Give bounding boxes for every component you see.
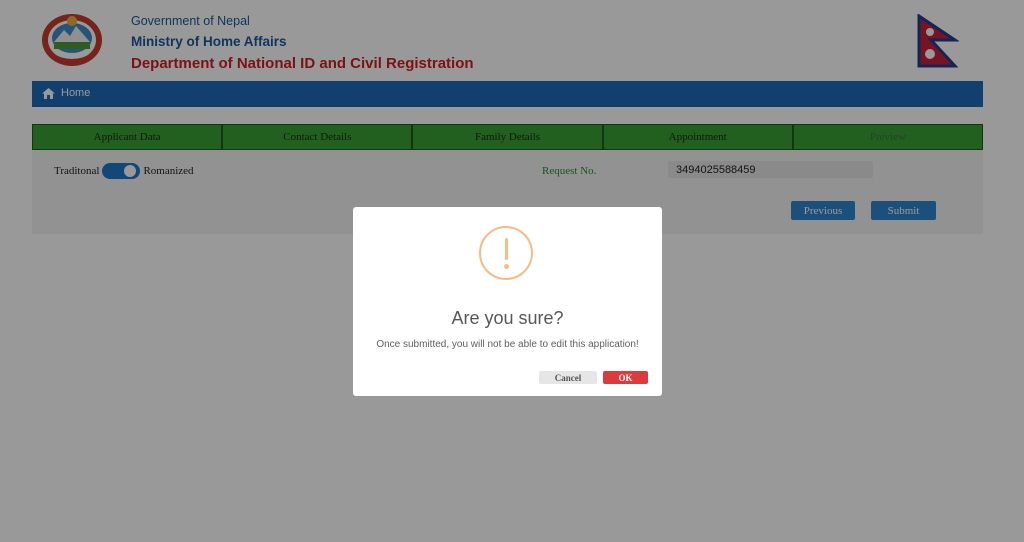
- confirm-dialog: Are you sure? Once submitted, you will n…: [353, 207, 662, 396]
- warning-icon: [479, 226, 533, 280]
- dialog-message: Once submitted, you will not be able to …: [376, 339, 639, 350]
- ok-button[interactable]: OK: [603, 371, 648, 384]
- dialog-title: Are you sure?: [451, 308, 564, 328]
- cancel-button[interactable]: Cancel: [539, 371, 597, 384]
